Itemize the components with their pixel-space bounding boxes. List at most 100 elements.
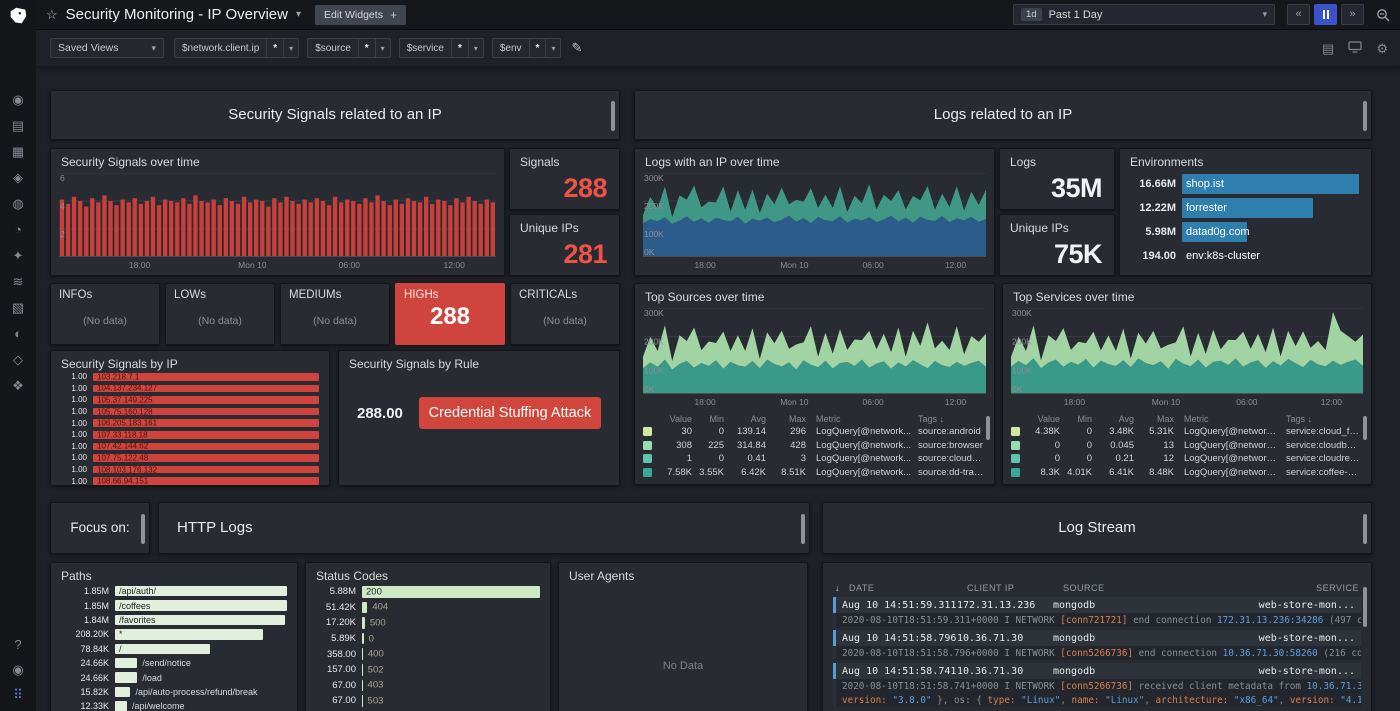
rule-name-pill[interactable]: Credential Stuffing Attack bbox=[419, 397, 601, 429]
severity-box-mediums[interactable]: MEDIUMs(No data) bbox=[280, 283, 390, 345]
scrollbar[interactable] bbox=[141, 514, 145, 544]
metric-table-row[interactable]: 000.2112LogQuery[@network.cl...service:c… bbox=[1011, 452, 1361, 466]
apps-icon[interactable]: ⠿ bbox=[13, 688, 23, 701]
toplist-row[interactable]: 1.85M/coffees bbox=[53, 598, 291, 612]
nav-notebooks-icon[interactable]: ▧ bbox=[12, 301, 24, 314]
nav-security-icon[interactable]: ◇ bbox=[13, 353, 23, 366]
saved-views-select[interactable]: Saved Views ▾ bbox=[50, 38, 164, 58]
scrollbar[interactable] bbox=[801, 514, 805, 544]
toplist-row[interactable]: 1.00108.66.94.151 bbox=[53, 475, 323, 487]
user-icon[interactable]: ◉ bbox=[12, 663, 23, 676]
scrollbar[interactable] bbox=[1363, 587, 1367, 627]
nav-logs-icon[interactable]: ◐ bbox=[14, 327, 22, 340]
toplist-row[interactable]: 1.00107.42.144.62 bbox=[53, 441, 323, 453]
toplist-row[interactable]: 24.66K/send/notice bbox=[53, 656, 291, 670]
nav-events-icon[interactable]: ▤ bbox=[12, 119, 24, 132]
pause-button[interactable] bbox=[1314, 4, 1337, 25]
nav-ux-monitoring-icon[interactable]: ❖ bbox=[12, 379, 24, 392]
scrollbar[interactable] bbox=[1363, 101, 1367, 131]
template-var-3[interactable]: $env*▾ bbox=[492, 38, 562, 58]
scrollbar[interactable] bbox=[1363, 416, 1367, 440]
toplist-row[interactable]: 15.82K/api/auto-process/refund/break bbox=[53, 685, 291, 699]
table-cell: 0 bbox=[1066, 426, 1092, 437]
title-chevron-icon[interactable]: ▾ bbox=[296, 9, 301, 20]
favorite-star-icon[interactable]: ☆ bbox=[46, 7, 58, 23]
severity-box-infos[interactable]: INFOs(No data) bbox=[50, 283, 160, 345]
scrollbar[interactable] bbox=[611, 101, 615, 131]
toplist-row[interactable]: 1.00105.75.160.128 bbox=[53, 406, 323, 418]
top-services-chart[interactable]: 0K100K200K300K bbox=[1011, 308, 1363, 394]
toplist-row[interactable]: 1.00107.33.118.18 bbox=[53, 429, 323, 441]
toplist-row[interactable]: 1.00106.205.183.161 bbox=[53, 417, 323, 429]
metric-table-row[interactable]: 000.04513LogQuery[@network.cl...service:… bbox=[1011, 439, 1361, 453]
toplist-row[interactable]: 67.00503 bbox=[308, 693, 544, 709]
signals-over-time-chart[interactable]: 246 bbox=[59, 173, 496, 257]
nav-apm-icon[interactable]: ≋ bbox=[13, 275, 24, 288]
toplist-row[interactable]: 67.00403 bbox=[308, 678, 544, 694]
toplist-row[interactable]: 12.22Mforrester bbox=[1124, 196, 1363, 220]
toplist-row[interactable]: 194.00env:k8s-cluster bbox=[1124, 244, 1363, 268]
metric-table-row[interactable]: 308225314.84428LogQuery[@network...sourc… bbox=[643, 439, 984, 453]
toplist-row[interactable]: 51.42K404 bbox=[308, 600, 544, 616]
metric-table-row[interactable]: 7.58K3.55K6.42K8.51KLogQuery[@network...… bbox=[643, 466, 984, 480]
rewind-button[interactable]: « bbox=[1287, 4, 1310, 25]
sort-descending-icon[interactable]: ↓ bbox=[835, 583, 849, 593]
tv-mode-icon[interactable] bbox=[1348, 41, 1362, 55]
severity-box-lows[interactable]: LOWs(No data) bbox=[165, 283, 275, 345]
toplist-row[interactable]: 1.00108.103.176.132 bbox=[53, 464, 323, 476]
toplist-row[interactable]: 358.00400 bbox=[308, 646, 544, 662]
toplist-row[interactable]: 78.84K/ bbox=[53, 642, 291, 656]
scrollbar[interactable] bbox=[986, 416, 990, 440]
time-range-picker[interactable]: 1d Past 1 Day ▾ bbox=[1013, 4, 1275, 25]
nav-metrics-icon[interactable]: ◔ bbox=[14, 223, 22, 236]
log-entry[interactable]: Aug 10 14:51:58.74110.36.71.30mongodbweb… bbox=[833, 663, 1361, 707]
template-var-0[interactable]: $network.client.ip*▾ bbox=[174, 38, 299, 58]
toplist-row[interactable]: 5.98Mdatad0g.com bbox=[1124, 220, 1363, 244]
shortcuts-icon[interactable]: ▤ bbox=[1322, 42, 1334, 55]
signals-group-title: Security Signals related to an IP bbox=[51, 91, 619, 139]
toplist-bar-track: 200 bbox=[362, 585, 540, 599]
nav-dashboards-icon[interactable]: ▦ bbox=[12, 145, 24, 158]
edit-widgets-button[interactable]: Edit Widgets + bbox=[315, 5, 406, 25]
toplist-row[interactable]: 1.00105.37.149.225 bbox=[53, 394, 323, 406]
metric-table-row[interactable]: 8.3K4.01K6.41K8.48KLogQuery[@network.cl.… bbox=[1011, 466, 1361, 480]
log-entry[interactable]: Aug 10 14:51:59.311172.31.13.236mongodbw… bbox=[833, 597, 1361, 627]
logs-over-time-chart[interactable]: 0K100K200K300K bbox=[643, 173, 986, 257]
help-icon[interactable]: ? bbox=[14, 638, 21, 651]
signals-group-banner: Security Signals related to an IP bbox=[50, 90, 620, 140]
top-sources-chart[interactable]: 0K100K200K300K bbox=[643, 308, 986, 394]
toplist-row[interactable]: 12.33K/api/welcome bbox=[53, 699, 291, 711]
metric-table-row[interactable]: 100.413LogQuery[@network...source:cloudt… bbox=[643, 452, 984, 466]
metric-table-row[interactable]: 4.38K03.48K5.31KLogQuery[@network.cl...s… bbox=[1011, 425, 1361, 439]
metric-table-row[interactable]: 300139.14296LogQuery[@network...source:a… bbox=[643, 425, 984, 439]
toplist-row[interactable]: 5.89K0 bbox=[308, 631, 544, 647]
toplist-row[interactable]: 24.66K/load bbox=[53, 670, 291, 684]
toplist-row[interactable]: 5.88M200 bbox=[308, 584, 544, 600]
toplist-row[interactable]: 157.00502 bbox=[308, 662, 544, 678]
signals-count-widget: Signals 288 bbox=[509, 148, 620, 210]
zoom-out-button[interactable] bbox=[1376, 8, 1390, 22]
toplist-row[interactable]: 17.20K500 bbox=[308, 615, 544, 631]
scrollbar[interactable] bbox=[1363, 514, 1367, 544]
toplist-row[interactable]: 1.00107.75.122.48 bbox=[53, 452, 323, 464]
toplist-row[interactable]: 1.00104.137.234.127 bbox=[53, 383, 323, 395]
template-var-1[interactable]: $source*▾ bbox=[307, 38, 391, 58]
severity-box-criticals[interactable]: CRITICALs(No data) bbox=[510, 283, 620, 345]
severity-box-highs[interactable]: HIGHs288 bbox=[395, 283, 505, 345]
toplist-row[interactable]: 16.66Mshop.ist bbox=[1124, 172, 1363, 196]
log-stream-header: ↓DATECLIENT IPSOURCESERVICE bbox=[835, 583, 1359, 593]
toplist-row[interactable]: 1.84M/favorites bbox=[53, 613, 291, 627]
edit-variables-icon[interactable]: ✎ bbox=[571, 40, 582, 56]
log-entry[interactable]: Aug 10 14:51:58.79610.36.71.30mongodbweb… bbox=[833, 630, 1361, 660]
nav-integrations-icon[interactable]: ✦ bbox=[13, 249, 24, 262]
forward-button[interactable]: » bbox=[1341, 4, 1364, 25]
nav-watchdog-icon[interactable]: ◉ bbox=[12, 93, 23, 106]
template-var-2[interactable]: $service*▾ bbox=[399, 38, 484, 58]
nav-infrastructure-icon[interactable]: ◈ bbox=[13, 171, 23, 184]
datadog-logo[interactable] bbox=[7, 5, 29, 27]
nav-monitors-icon[interactable]: ◍ bbox=[12, 197, 23, 210]
toplist-row[interactable]: 1.00103.218.7.1 bbox=[53, 371, 323, 383]
settings-gear-icon[interactable]: ⚙ bbox=[1376, 42, 1388, 55]
toplist-row[interactable]: 1.85M/api/auth/ bbox=[53, 584, 291, 598]
toplist-row[interactable]: 208.20K* bbox=[53, 627, 291, 641]
